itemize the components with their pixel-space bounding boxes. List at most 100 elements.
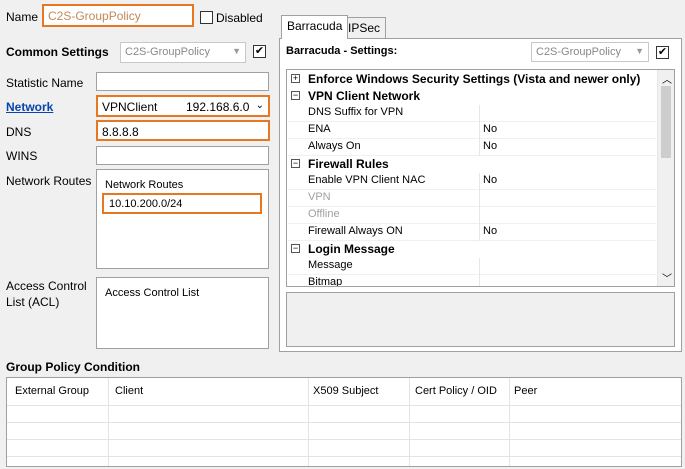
barracuda-settings-checkbox[interactable]: ✔: [656, 46, 669, 59]
property-name: Enable VPN Client NAC: [308, 174, 426, 186]
row-divider: [7, 456, 681, 457]
property-value[interactable]: No: [483, 225, 497, 237]
tab-ipsec-label: IPSec: [348, 21, 381, 35]
expand-icon[interactable]: +: [291, 74, 300, 83]
property-name: VPN Client Network: [308, 89, 421, 103]
property-grid-rows: + Enforce Windows Security Settings (Vist…: [288, 71, 658, 287]
property-category[interactable]: + Enforce Windows Security Settings (Vist…: [288, 71, 656, 88]
tab-barracuda-label: Barracuda: [287, 19, 343, 33]
network-link[interactable]: Network: [6, 100, 53, 114]
property-column-divider: [479, 224, 480, 241]
network-ip: 192.168.6.0: [186, 100, 250, 114]
barracuda-settings-label: Barracuda - Settings:: [286, 45, 398, 57]
row-divider: [7, 405, 681, 406]
group-policy-condition-label: Group Policy Condition: [6, 360, 140, 374]
property-name: Firewall Always ON: [308, 225, 403, 237]
property-name: Message: [308, 259, 353, 271]
property-category[interactable]: − VPN Client Network: [288, 88, 656, 105]
dns-value: 8.8.8.8: [102, 125, 139, 139]
row-divider: [7, 422, 681, 423]
property-row[interactable]: Bitmap: [288, 275, 656, 287]
collapse-icon[interactable]: −: [291, 244, 300, 253]
column-header-client[interactable]: Client: [115, 385, 143, 397]
property-grid[interactable]: + Enforce Windows Security Settings (Vist…: [286, 69, 675, 287]
property-row[interactable]: ENA No: [288, 122, 656, 139]
property-value[interactable]: No: [483, 123, 497, 135]
row-divider: [7, 439, 681, 440]
network-link-wrapper: Network: [6, 100, 53, 114]
collapse-icon[interactable]: −: [291, 159, 300, 168]
chevron-down-icon: ⌄: [255, 100, 264, 111]
group-policy-condition-table[interactable]: External Group Client X509 Subject Cert …: [6, 377, 682, 467]
property-row[interactable]: Always On No: [288, 139, 656, 156]
property-name: Bitmap: [308, 276, 343, 287]
collapse-icon[interactable]: −: [291, 91, 300, 100]
network-routes-header: Network Routes: [105, 179, 184, 191]
statistic-name-input[interactable]: [96, 72, 269, 91]
barracuda-settings-combo[interactable]: C2S-GroupPolicy ▼: [531, 42, 649, 62]
property-grid-scrollbar[interactable]: ︿ ﹀: [657, 70, 674, 286]
scroll-up-icon[interactable]: ︿: [662, 71, 672, 86]
property-row[interactable]: Enable VPN Client NAC No: [288, 173, 656, 190]
property-row[interactable]: Message: [288, 258, 656, 275]
dns-input[interactable]: 8.8.8.8: [96, 120, 270, 141]
property-column-divider: [479, 258, 480, 275]
property-column-divider: [479, 275, 480, 286]
name-input[interactable]: C2S-GroupPolicy: [42, 4, 194, 27]
property-row[interactable]: Firewall Always ON No: [288, 224, 656, 241]
settings-tab-panel: Barracuda IPSec Barracuda - Settings: C2…: [279, 15, 682, 352]
property-column-divider: [479, 122, 480, 139]
network-combo[interactable]: VPNClient 192.168.6.0 ⌄: [96, 95, 270, 117]
acl-list[interactable]: Access Control List: [96, 277, 269, 349]
acl-header: Access Control List: [105, 287, 200, 299]
checkmark-icon: ✔: [254, 45, 265, 57]
scroll-down-icon[interactable]: ﹀: [662, 270, 672, 285]
common-settings-checkbox[interactable]: ✔: [253, 45, 266, 58]
network-value: VPNClient: [102, 100, 158, 114]
property-name: Offline: [308, 208, 340, 220]
wins-input[interactable]: [96, 146, 269, 165]
property-name: Enforce Windows Security Settings (Vista…: [308, 72, 641, 86]
property-name: ENA: [308, 123, 331, 135]
acl-label-line1: Access Control: [6, 279, 87, 293]
dns-label: DNS: [6, 125, 32, 139]
barracuda-settings-combo-value: C2S-GroupPolicy: [536, 46, 621, 58]
property-value[interactable]: No: [483, 174, 497, 186]
wins-label: WINS: [6, 149, 38, 163]
property-row[interactable]: VPN: [288, 190, 656, 207]
property-column-divider: [479, 207, 480, 224]
disabled-checkbox[interactable]: [200, 11, 213, 24]
disabled-label: Disabled: [216, 11, 263, 25]
statistic-name-label: Statistic Name: [6, 76, 84, 90]
property-name: Firewall Rules: [308, 157, 389, 171]
property-description-box: [286, 292, 675, 347]
tab-ipsec[interactable]: IPSec: [342, 17, 387, 38]
scrollbar-thumb[interactable]: [661, 86, 671, 158]
property-category[interactable]: − Login Message: [288, 241, 656, 258]
property-column-divider: [479, 190, 480, 207]
property-column-divider: [479, 173, 480, 190]
column-header-external-group[interactable]: External Group: [15, 385, 89, 397]
tab-barracuda[interactable]: Barracuda: [281, 15, 349, 39]
checkmark-icon: ✔: [657, 46, 668, 58]
common-settings-combo[interactable]: C2S-GroupPolicy ▼: [120, 42, 246, 63]
column-header-peer[interactable]: Peer: [514, 385, 537, 397]
acl-label-line2: List (ACL): [6, 295, 60, 309]
common-settings-label: Common Settings: [6, 45, 109, 59]
property-column-divider: [479, 139, 480, 156]
property-column-divider: [479, 105, 480, 122]
property-row[interactable]: Offline: [288, 207, 656, 224]
common-settings-combo-value: C2S-GroupPolicy: [125, 46, 210, 58]
column-header-cert-policy[interactable]: Cert Policy / OID: [415, 385, 497, 397]
column-header-x509-subject[interactable]: X509 Subject: [313, 385, 378, 397]
property-category[interactable]: − Firewall Rules: [288, 156, 656, 173]
barracuda-tab-content: Barracuda - Settings: C2S-GroupPolicy ▼ …: [279, 38, 682, 352]
property-name: Always On: [308, 140, 361, 152]
property-name: DNS Suffix for VPN: [308, 106, 404, 118]
property-name: Login Message: [308, 242, 395, 256]
name-value: C2S-GroupPolicy: [48, 9, 141, 23]
network-routes-list[interactable]: Network Routes 10.10.200.0/24: [96, 169, 269, 269]
network-route-item[interactable]: 10.10.200.0/24: [102, 193, 262, 214]
property-row[interactable]: DNS Suffix for VPN: [288, 105, 656, 122]
property-value[interactable]: No: [483, 140, 497, 152]
